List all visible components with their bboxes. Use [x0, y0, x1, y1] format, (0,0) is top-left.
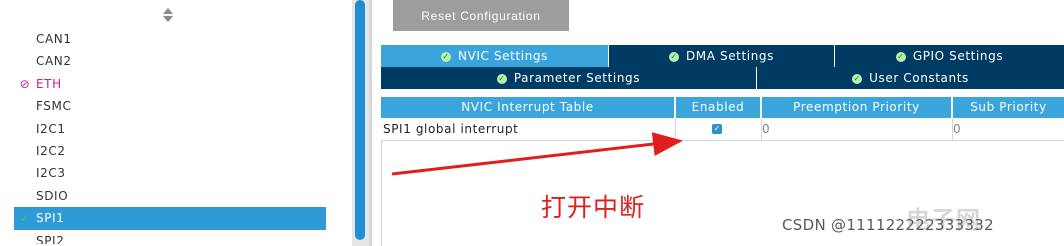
list-item-label: I2C2 [36, 143, 66, 158]
checkmark-icon: ✓ [19, 211, 31, 226]
annotation-text: 打开中断 [541, 193, 646, 222]
column-header-preemption-priority[interactable]: Preemption Priority [762, 97, 951, 118]
list-item-spi2[interactable]: SPI2 [14, 230, 326, 244]
reset-configuration-button[interactable]: Reset Configuration [393, 0, 569, 31]
tab-label: Parameter Settings [513, 71, 641, 85]
tab-user-constants[interactable]: ✓ User Constants [757, 67, 1064, 89]
sort-up-down-icon[interactable] [162, 6, 174, 24]
list-item-sdio[interactable]: SDIO [14, 185, 326, 207]
list-item-label: SPI2 [36, 233, 65, 244]
check-circle-icon: ✓ [895, 51, 906, 62]
table-row[interactable]: SPI1 global interrupt ✓ 0 0 [381, 118, 1064, 141]
list-item-label: CAN2 [36, 54, 72, 69]
preemption-priority-cell[interactable]: 0 [762, 118, 770, 140]
list-item-label: FSMC [36, 99, 72, 114]
column-header-sub-priority[interactable]: Sub Priority [953, 97, 1064, 118]
watermark-text: CSDN @111122222333332 [782, 216, 994, 234]
list-item-label: CAN1 [36, 32, 72, 46]
column-header-enabled[interactable]: Enabled [676, 97, 760, 118]
list-item-label: SDIO [36, 188, 69, 203]
tab-label: DMA Settings [685, 49, 775, 63]
list-item-label: I2C1 [36, 121, 66, 136]
check-circle-icon: ✓ [852, 73, 863, 84]
list-item-label: I2C3 [36, 166, 66, 181]
tab-dma-settings[interactable]: ✓ DMA Settings [609, 45, 834, 67]
tab-nvic-settings[interactable]: ✓ NVIC Settings [381, 45, 608, 67]
list-item-label: SPI1 [36, 211, 65, 226]
list-item-spi1[interactable]: ✓ SPI1 [14, 207, 326, 230]
tab-label: User Constants [869, 71, 969, 85]
peripheral-list: CAN1 CAN2 ⊘ ETH FSMC I2C1 I2C2 I2C3 SDIO… [14, 28, 326, 244]
list-item-can1[interactable]: CAN1 [14, 28, 326, 50]
list-item-i2c2[interactable]: I2C2 [14, 140, 326, 162]
list-item-eth[interactable]: ⊘ ETH [14, 73, 326, 95]
list-item-i2c1[interactable]: I2C1 [14, 118, 326, 140]
tab-parameter-settings[interactable]: ✓ Parameter Settings [381, 67, 756, 89]
check-circle-icon: ✓ [496, 73, 507, 84]
tab-label: GPIO Settings [912, 49, 1004, 63]
list-item-i2c3[interactable]: I2C3 [14, 162, 326, 184]
panel-border [381, 140, 382, 246]
prohibited-icon: ⊘ [19, 76, 31, 91]
tab-gpio-settings[interactable]: ✓ GPIO Settings [835, 45, 1064, 67]
column-divider [675, 118, 676, 140]
list-item-can2[interactable]: CAN2 [14, 50, 326, 72]
interrupt-name-cell: SPI1 global interrupt [383, 122, 519, 136]
enabled-checkbox[interactable]: ✓ [712, 124, 722, 134]
scrollbar-thumb[interactable] [355, 0, 365, 240]
list-item-fsmc[interactable]: FSMC [14, 95, 326, 117]
column-header-interrupt-table[interactable]: NVIC Interrupt Table [381, 97, 674, 118]
check-circle-icon: ✓ [668, 51, 679, 62]
sub-priority-cell[interactable]: 0 [953, 118, 961, 140]
check-circle-icon: ✓ [441, 51, 452, 62]
list-item-label: ETH [36, 76, 62, 91]
peripheral-list-panel: CAN1 CAN2 ⊘ ETH FSMC I2C1 I2C2 I2C3 SDIO… [0, 0, 352, 246]
tab-label: NVIC Settings [458, 49, 548, 63]
